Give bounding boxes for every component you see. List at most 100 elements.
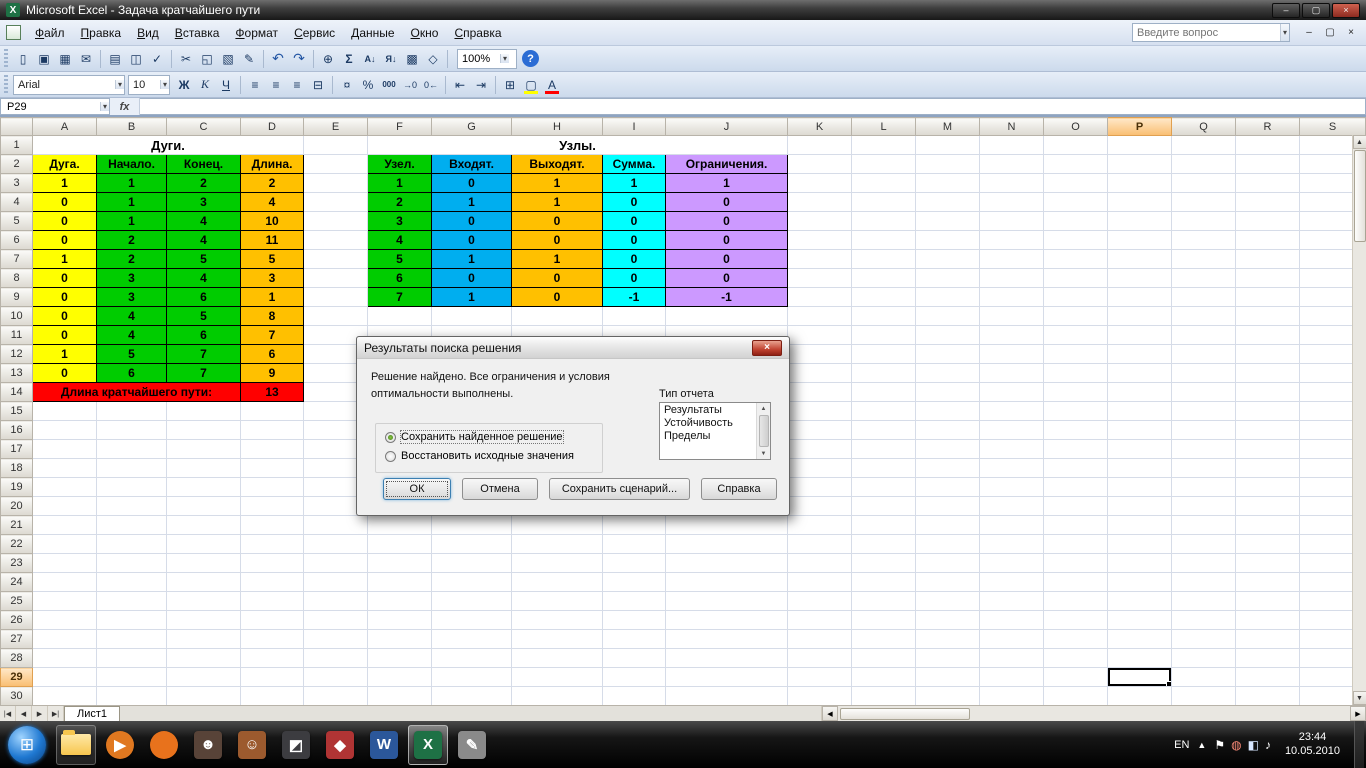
cell-K23[interactable] bbox=[787, 553, 852, 573]
cell-K22[interactable] bbox=[787, 534, 852, 554]
cell-A2[interactable]: Дуга. bbox=[32, 154, 97, 174]
cell-Q15[interactable] bbox=[1171, 401, 1236, 421]
cell-M8[interactable] bbox=[915, 268, 980, 288]
scroll-down-icon[interactable]: ▼ bbox=[1352, 691, 1366, 705]
cell-C4[interactable]: 3 bbox=[166, 192, 241, 212]
hidden-icons-button[interactable]: ▲ bbox=[1197, 740, 1206, 750]
cell-C2[interactable]: Конец. bbox=[166, 154, 241, 174]
cell-M20[interactable] bbox=[915, 496, 980, 516]
cell-H4[interactable]: 1 bbox=[511, 192, 603, 212]
cell-D24[interactable] bbox=[240, 572, 304, 592]
cell-K29[interactable] bbox=[787, 667, 852, 687]
cell-D26[interactable] bbox=[240, 610, 304, 630]
cell-P22[interactable] bbox=[1107, 534, 1172, 554]
cell-O9[interactable] bbox=[1043, 287, 1108, 307]
cell-O2[interactable] bbox=[1043, 154, 1108, 174]
cell-K4[interactable] bbox=[787, 192, 852, 212]
cell-A3[interactable]: 1 bbox=[32, 173, 97, 193]
size-dropdown-icon[interactable]: ▾ bbox=[159, 80, 169, 89]
cell-N12[interactable] bbox=[979, 344, 1044, 364]
listbox-scrollbar[interactable]: ▲ ▼ bbox=[756, 403, 770, 459]
row-header-16[interactable]: 16 bbox=[0, 420, 33, 440]
cell-H2[interactable]: Выходят. bbox=[511, 154, 603, 174]
radio-restore-values[interactable]: Восстановить исходные значения bbox=[385, 450, 602, 462]
cell-D22[interactable] bbox=[240, 534, 304, 554]
cell-N3[interactable] bbox=[979, 173, 1044, 193]
row-header-12[interactable]: 12 bbox=[0, 344, 33, 364]
cell-R23[interactable] bbox=[1235, 553, 1300, 573]
cell-I29[interactable] bbox=[602, 667, 666, 687]
row-header-19[interactable]: 19 bbox=[0, 477, 33, 497]
cell-E3[interactable] bbox=[303, 173, 368, 193]
decrease-indent-icon[interactable]: ⇤ bbox=[450, 75, 470, 95]
taskbar-game-1[interactable]: ☻ bbox=[188, 725, 228, 765]
cell-N25[interactable] bbox=[979, 591, 1044, 611]
cell-R25[interactable] bbox=[1235, 591, 1300, 611]
cell-D25[interactable] bbox=[240, 591, 304, 611]
cell-D13[interactable]: 9 bbox=[240, 363, 304, 383]
cell-Q6[interactable] bbox=[1171, 230, 1236, 250]
cell-I9[interactable]: -1 bbox=[602, 287, 666, 307]
minimize-button[interactable]: – bbox=[1272, 2, 1300, 18]
cell-M26[interactable] bbox=[915, 610, 980, 630]
cell-K20[interactable] bbox=[787, 496, 852, 516]
cell-K18[interactable] bbox=[787, 458, 852, 478]
cell-I27[interactable] bbox=[602, 629, 666, 649]
cell-G6[interactable]: 0 bbox=[431, 230, 512, 250]
cell-N13[interactable] bbox=[979, 363, 1044, 383]
dropdown-arrow-icon[interactable]: ▾ bbox=[1279, 24, 1289, 41]
column-header-A[interactable]: A bbox=[32, 117, 97, 136]
horizontal-scrollbar[interactable]: ◀ ▶ bbox=[821, 706, 1366, 721]
cell-B19[interactable] bbox=[96, 477, 167, 497]
cell-J24[interactable] bbox=[665, 572, 788, 592]
toolbar-grip[interactable] bbox=[4, 74, 8, 95]
cell-Q10[interactable] bbox=[1171, 306, 1236, 326]
cell-M6[interactable] bbox=[915, 230, 980, 250]
cell-C7[interactable]: 5 bbox=[166, 249, 241, 269]
cell-C10[interactable]: 5 bbox=[166, 306, 241, 326]
cell-K19[interactable] bbox=[787, 477, 852, 497]
cell-A21[interactable] bbox=[32, 515, 97, 535]
cell-E27[interactable] bbox=[303, 629, 368, 649]
cell-D3[interactable]: 2 bbox=[240, 173, 304, 193]
cell-B17[interactable] bbox=[96, 439, 167, 459]
cell-B22[interactable] bbox=[96, 534, 167, 554]
spelling-icon[interactable]: ✓ bbox=[147, 49, 167, 69]
cell-E4[interactable] bbox=[303, 192, 368, 212]
column-header-I[interactable]: I bbox=[602, 117, 666, 136]
cell-G10[interactable] bbox=[431, 306, 512, 326]
cell-P4[interactable] bbox=[1107, 192, 1172, 212]
column-header-B[interactable]: B bbox=[96, 117, 167, 136]
cell-F1[interactable]: Узлы. bbox=[367, 135, 788, 155]
cell-F6[interactable]: 4 bbox=[367, 230, 432, 250]
cell-K30[interactable] bbox=[787, 686, 852, 705]
network-icon[interactable]: ◧ bbox=[1248, 738, 1259, 752]
cell-R28[interactable] bbox=[1235, 648, 1300, 668]
cell-C19[interactable] bbox=[166, 477, 241, 497]
row-header-15[interactable]: 15 bbox=[0, 401, 33, 421]
column-header-J[interactable]: J bbox=[665, 117, 788, 136]
cell-Q18[interactable] bbox=[1171, 458, 1236, 478]
cell-K5[interactable] bbox=[787, 211, 852, 231]
cell-O24[interactable] bbox=[1043, 572, 1108, 592]
cell-D19[interactable] bbox=[240, 477, 304, 497]
row-header-27[interactable]: 27 bbox=[0, 629, 33, 649]
cell-P9[interactable] bbox=[1107, 287, 1172, 307]
redo-icon[interactable]: ↷ bbox=[289, 49, 309, 69]
cell-H9[interactable]: 0 bbox=[511, 287, 603, 307]
name-box-dropdown-icon[interactable]: ▾ bbox=[99, 102, 109, 111]
cell-Q3[interactable] bbox=[1171, 173, 1236, 193]
cell-E28[interactable] bbox=[303, 648, 368, 668]
help-icon[interactable]: ? bbox=[522, 50, 539, 67]
cell-G27[interactable] bbox=[431, 629, 512, 649]
cell-N4[interactable] bbox=[979, 192, 1044, 212]
cell-O5[interactable] bbox=[1043, 211, 1108, 231]
cell-A24[interactable] bbox=[32, 572, 97, 592]
cell-L21[interactable] bbox=[851, 515, 916, 535]
cell-I5[interactable]: 0 bbox=[602, 211, 666, 231]
cell-H22[interactable] bbox=[511, 534, 603, 554]
cell-A9[interactable]: 0 bbox=[32, 287, 97, 307]
cell-I25[interactable] bbox=[602, 591, 666, 611]
cell-N7[interactable] bbox=[979, 249, 1044, 269]
increase-decimal-icon[interactable]: →0 bbox=[400, 75, 420, 95]
